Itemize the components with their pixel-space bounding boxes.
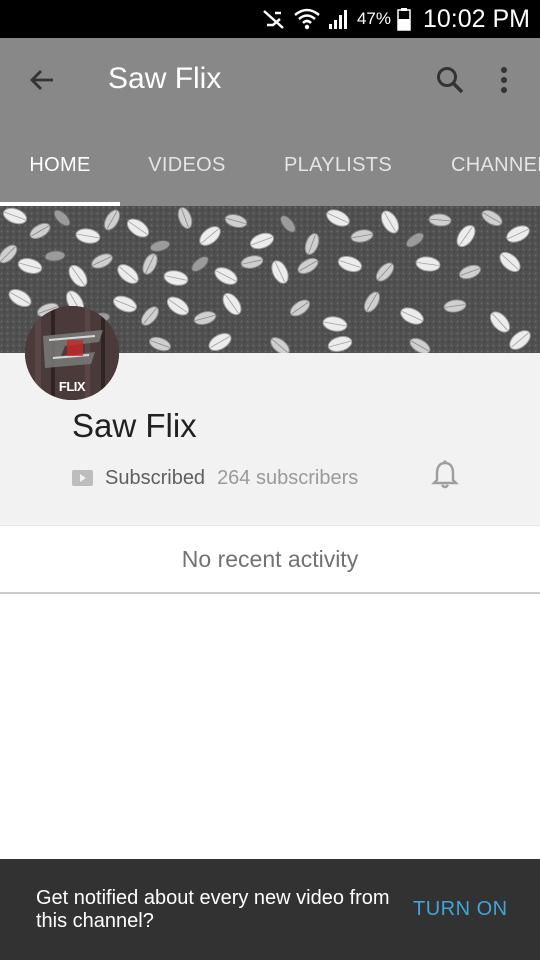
bell-icon: [431, 460, 459, 495]
mute-icon: [261, 7, 287, 31]
search-icon: [435, 65, 465, 100]
notification-snackbar: Get notified about every new video from …: [0, 859, 540, 960]
battery-icon: [397, 7, 411, 31]
tab-bar: HOME VIDEOS PLAYLISTS CHANNEL: [0, 124, 540, 206]
subscriber-count: 264 subscribers: [217, 466, 359, 489]
wifi-icon: [293, 7, 321, 31]
subscription-row: Subscribed 264 subscribers: [72, 463, 358, 493]
snackbar-message: Get notified about every new video from …: [36, 887, 390, 932]
play-icon: [72, 470, 93, 486]
signal-icon: [327, 7, 351, 31]
tab-channels[interactable]: CHANNEL: [428, 124, 540, 206]
more-vert-icon: [500, 66, 508, 99]
avatar-text: FLIX: [58, 379, 86, 394]
status-bar: 47% 10:02 PM: [0, 0, 540, 38]
notification-bell-button[interactable]: [428, 460, 462, 494]
tab-videos[interactable]: VIDEOS: [126, 124, 248, 206]
status-time: 10:02 PM: [422, 4, 530, 33]
back-button[interactable]: [22, 62, 62, 102]
more-options-button[interactable]: [486, 62, 522, 102]
channel-name: Saw Flix: [72, 407, 197, 444]
app-bar: Saw Flix HOME VIDEOS PLAYLISTS CHANNEL: [0, 38, 540, 206]
tab-playlists[interactable]: PLAYLISTS: [268, 124, 408, 206]
battery-percent: 47%: [356, 9, 391, 28]
channel-avatar: FLIX: [25, 306, 119, 400]
toolbar-title: Saw Flix: [108, 62, 222, 95]
turn-on-button[interactable]: TURN ON: [413, 898, 508, 921]
subscribed-button[interactable]: Subscribed: [105, 467, 205, 490]
recent-activity: No recent activity: [0, 525, 540, 594]
toolbar: Saw Flix: [0, 38, 540, 124]
back-arrow-icon: [28, 66, 56, 99]
tab-home[interactable]: HOME: [0, 124, 120, 206]
search-button[interactable]: [430, 62, 470, 102]
no-activity-message: No recent activity: [181, 545, 359, 572]
